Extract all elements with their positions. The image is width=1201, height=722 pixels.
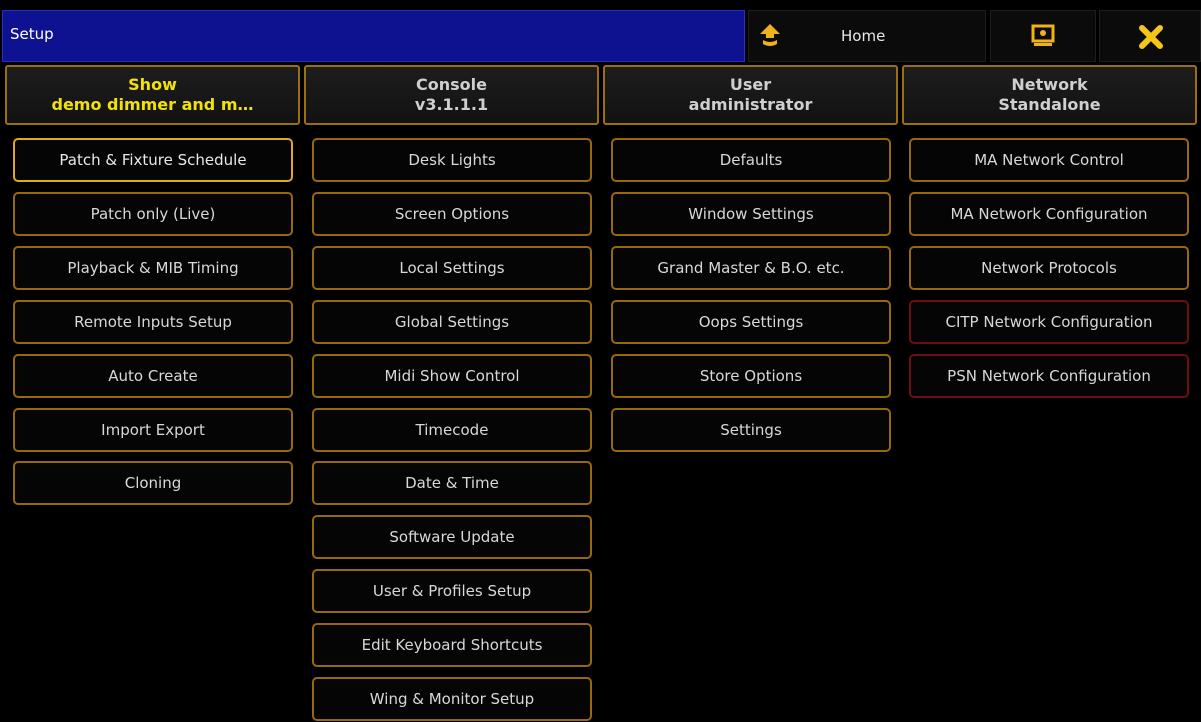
column-header-network[interactable]: Network Standalone: [902, 65, 1197, 125]
psn-network-configuration-button[interactable]: PSN Network Configuration: [909, 354, 1189, 398]
midi-show-control-button[interactable]: Midi Show Control: [312, 354, 592, 398]
timecode-button[interactable]: Timecode: [312, 408, 592, 452]
oops-settings-button[interactable]: Oops Settings: [611, 300, 891, 344]
date-time-button[interactable]: Date & Time: [312, 461, 592, 505]
settings-button[interactable]: Settings: [611, 408, 891, 452]
defaults-button[interactable]: Defaults: [611, 138, 891, 182]
setup-window: Setup Home Show demo dimmer and m… Patch &…: [0, 0, 1201, 722]
software-update-button[interactable]: Software Update: [312, 515, 592, 559]
column-header-user[interactable]: User administrator: [603, 65, 898, 125]
patch-only-live-button[interactable]: Patch only (Live): [13, 192, 293, 236]
network-protocols-button[interactable]: Network Protocols: [909, 246, 1189, 290]
screen-button[interactable]: [990, 10, 1096, 62]
home-up-arrow-icon: [760, 24, 780, 46]
column-header-console[interactable]: Console v3.1.1.1: [304, 65, 599, 125]
desk-lights-button[interactable]: Desk Lights: [312, 138, 592, 182]
title-bar: Setup: [2, 10, 745, 62]
window-settings-button[interactable]: Window Settings: [611, 192, 891, 236]
close-x-icon: [1139, 25, 1163, 49]
user-profiles-setup-button[interactable]: User & Profiles Setup: [312, 569, 592, 613]
column-header-subtitle: Standalone: [998, 95, 1101, 114]
window-title: Setup: [10, 25, 54, 43]
playback-mib-timing-button[interactable]: Playback & MIB Timing: [13, 246, 293, 290]
auto-create-button[interactable]: Auto Create: [13, 354, 293, 398]
column-header-title: User: [729, 75, 772, 94]
ma-network-control-button[interactable]: MA Network Control: [909, 138, 1189, 182]
local-settings-button[interactable]: Local Settings: [312, 246, 592, 290]
store-options-button[interactable]: Store Options: [611, 354, 891, 398]
screen-icon: [1031, 24, 1055, 46]
import-export-button[interactable]: Import Export: [13, 408, 293, 452]
screen-options-button[interactable]: Screen Options: [312, 192, 592, 236]
column-header-title: Show: [128, 75, 177, 94]
column-header-title: Network: [1011, 75, 1088, 94]
edit-keyboard-shortcuts-button[interactable]: Edit Keyboard Shortcuts: [312, 623, 592, 667]
column-header-subtitle: administrator: [688, 95, 813, 114]
home-label: Home: [841, 27, 886, 45]
remote-inputs-setup-button[interactable]: Remote Inputs Setup: [13, 300, 293, 344]
close-button[interactable]: [1099, 10, 1201, 62]
column-header-show[interactable]: Show demo dimmer and m…: [5, 65, 300, 125]
cloning-button[interactable]: Cloning: [13, 461, 293, 505]
home-button[interactable]: Home: [748, 10, 986, 62]
ma-network-configuration-button[interactable]: MA Network Configuration: [909, 192, 1189, 236]
grand-master-b-o-etc-button[interactable]: Grand Master & B.O. etc.: [611, 246, 891, 290]
global-settings-button[interactable]: Global Settings: [312, 300, 592, 344]
column-header-subtitle: v3.1.1.1: [414, 95, 489, 114]
column-header-subtitle: demo dimmer and m…: [51, 95, 254, 114]
patch-fixture-schedule-button[interactable]: Patch & Fixture Schedule: [13, 138, 293, 182]
citp-network-configuration-button[interactable]: CITP Network Configuration: [909, 300, 1189, 344]
wing-monitor-setup-button[interactable]: Wing & Monitor Setup: [312, 677, 592, 721]
column-header-title: Console: [416, 75, 487, 94]
